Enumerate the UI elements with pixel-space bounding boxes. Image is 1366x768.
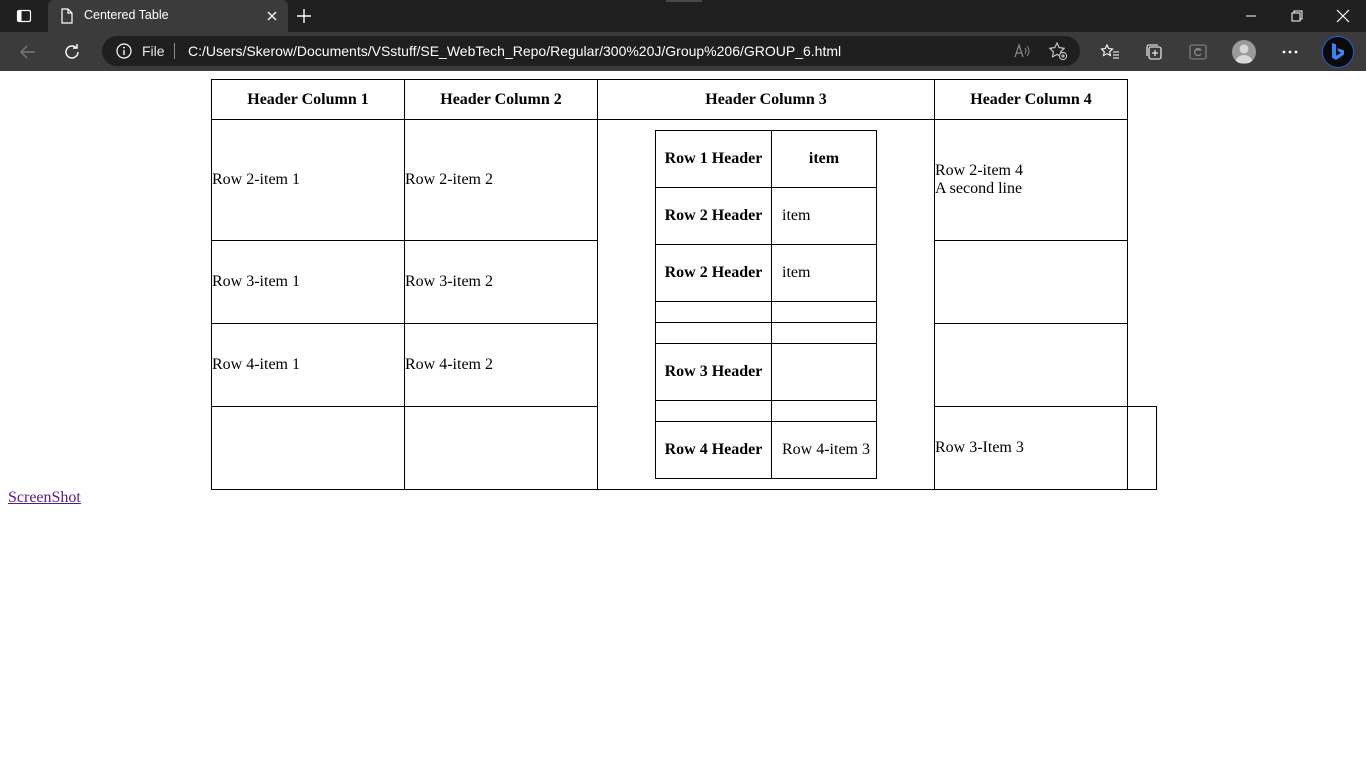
- address-url[interactable]: C:/Users/Skerow/Documents/VSstuff/SE_Web…: [188, 43, 841, 59]
- back-icon[interactable]: [13, 37, 43, 67]
- table-cell: Row 2-item 4 A second line: [934, 119, 1128, 241]
- minimize-icon[interactable]: [1228, 0, 1274, 32]
- table-cell: Row 4-item 1: [211, 323, 405, 407]
- header-column-2: Header Column 2: [404, 79, 598, 120]
- close-icon[interactable]: [264, 8, 280, 24]
- refresh-icon[interactable]: [57, 37, 87, 67]
- centered-table: Header Column 1 Header Column 2 Header C…: [211, 79, 1157, 490]
- table-cell: Row 2-item 2: [404, 119, 598, 241]
- nested-row: Row 1 Header item: [655, 130, 877, 188]
- cell-line: A second line: [935, 180, 1023, 197]
- nested-cell: [771, 301, 877, 323]
- info-icon[interactable]: [116, 43, 132, 59]
- nested-row-header: Row 2 Header: [655, 244, 772, 302]
- nested-row: Row 4 Header Row 4-item 3: [655, 421, 877, 479]
- table-cell: [404, 406, 598, 490]
- tab-centered-table[interactable]: Centered Table: [48, 0, 288, 32]
- table-cell-extra: [1127, 406, 1157, 490]
- favorites-icon[interactable]: [1095, 37, 1125, 67]
- address-bar[interactable]: File C:/Users/Skerow/Documents/VSstuff/S…: [102, 36, 1080, 66]
- nested-table-cell: Row 1 Header item Row 2 Header item Row …: [597, 119, 935, 490]
- nested-cell: item: [771, 187, 877, 245]
- nested-cell: [771, 343, 877, 401]
- nested-cell: [771, 400, 877, 422]
- ie-mode-icon[interactable]: [1183, 37, 1213, 67]
- nested-row-header: Row 4 Header: [655, 421, 772, 479]
- nested-cell-header: item: [771, 130, 877, 188]
- header-column-3: Header Column 3: [597, 79, 935, 120]
- table-cell: Row 4-item 2: [404, 323, 598, 407]
- restore-icon[interactable]: [1274, 0, 1320, 32]
- table-cell: [934, 240, 1128, 324]
- table-cell: Row 3-Item 3: [934, 406, 1128, 490]
- cell-line: Row 2-item 4: [935, 162, 1023, 179]
- address-separator: [174, 43, 175, 59]
- nested-empty-row: [655, 400, 877, 422]
- header-column-1: Header Column 1: [211, 79, 405, 120]
- drag-handle[interactable]: [666, 0, 702, 2]
- screenshot-link[interactable]: ScreenShot: [8, 489, 81, 507]
- add-favorite-icon[interactable]: [1048, 41, 1068, 61]
- toolbar: File C:/Users/Skerow/Documents/VSstuff/S…: [0, 32, 1366, 71]
- bing-icon[interactable]: [1322, 36, 1354, 68]
- nested-cell: Row 4-item 3: [771, 421, 877, 479]
- nested-cell: [655, 322, 772, 344]
- read-aloud-icon[interactable]: [1012, 41, 1032, 61]
- nested-row: Row 2 Header item: [655, 244, 877, 302]
- collections-icon[interactable]: [1139, 37, 1169, 67]
- header-row: Header Column 1 Header Column 2 Header C…: [211, 79, 1157, 120]
- header-column-4: Header Column 4: [934, 79, 1128, 120]
- tab-title: Centered Table: [84, 8, 169, 22]
- nested-cell: [655, 400, 772, 422]
- nested-empty-row: [655, 301, 877, 323]
- table-cell: Row 3-item 2: [404, 240, 598, 324]
- plus-icon[interactable]: [294, 6, 314, 26]
- nested-cell: [771, 322, 877, 344]
- nested-cell: [655, 301, 772, 323]
- nested-row-header: Row 3 Header: [655, 343, 772, 401]
- table-cell: Row 3-item 1: [211, 240, 405, 324]
- table-cell: [211, 406, 405, 490]
- address-scheme: File: [142, 43, 165, 59]
- table-cell: [934, 323, 1128, 407]
- tab-actions-icon[interactable]: [8, 4, 40, 28]
- more-icon[interactable]: [1275, 37, 1305, 67]
- nested-empty-row: [655, 322, 877, 344]
- nested-cell: item: [771, 244, 877, 302]
- page-content: Header Column 1 Header Column 2 Header C…: [0, 71, 1366, 768]
- profile-icon[interactable]: [1232, 40, 1256, 64]
- nested-row: Row 3 Header: [655, 343, 877, 401]
- page-icon: [60, 8, 74, 29]
- close-window-icon[interactable]: [1320, 0, 1366, 32]
- nested-row: Row 2 Header item: [655, 187, 877, 245]
- table-cell: Row 2-item 1: [211, 119, 405, 241]
- nested-table: Row 1 Header item Row 2 Header item Row …: [655, 130, 877, 479]
- tab-bar: Centered Table: [0, 0, 1366, 32]
- table-row: Row 2-item 1 Row 2-item 2 Row 1 Header i…: [211, 119, 1157, 490]
- nested-row-header: Row 2 Header: [655, 187, 772, 245]
- nested-row-header: Row 1 Header: [655, 130, 772, 188]
